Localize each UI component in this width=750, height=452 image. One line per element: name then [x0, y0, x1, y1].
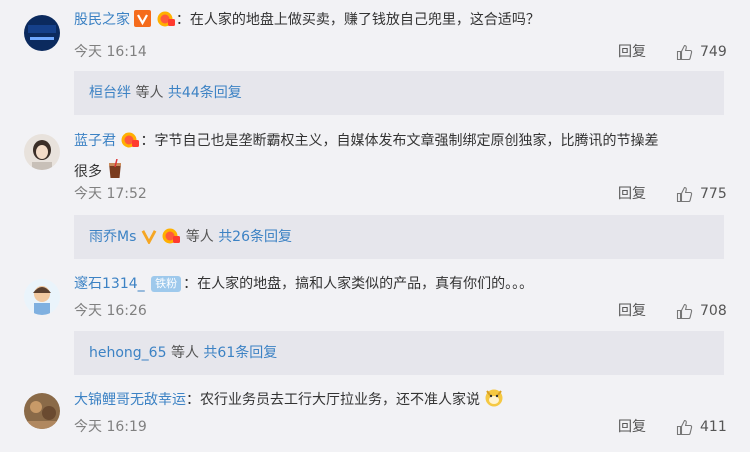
avatar[interactable]	[24, 15, 60, 51]
sub-reply-user[interactable]: hehong_65	[89, 345, 167, 361]
like-count: 411	[700, 419, 727, 435]
username-link[interactable]: 股民之家	[74, 12, 130, 28]
comment-line: 股民之家 ：在人家的地盘上做买卖，赚了钱放自己兜里，这合适吗？	[74, 8, 730, 36]
username-link[interactable]: 邃石1314_	[74, 276, 145, 292]
comment-text: ：字节自己也是垄断霸权主义，自媒体发布文章强制绑定原创独家，比腾讯的节操差	[140, 133, 659, 149]
sub-reply-mid: 等人	[181, 229, 219, 245]
iron-fan-badge: 铁粉	[151, 276, 182, 292]
more-replies-link[interactable]: 共44条回复	[168, 85, 242, 101]
comment-time: 今天 17:52	[74, 186, 147, 202]
reply-button[interactable]: 回复	[618, 185, 646, 203]
avatar[interactable]	[24, 393, 60, 429]
comment-text: ：农行业务员去工行大厅拉业务，还不准人家说	[186, 392, 480, 408]
like-button[interactable]: 411	[676, 418, 727, 436]
verified-v-icon	[141, 218, 157, 262]
like-count: 775	[700, 186, 727, 202]
sub-replies: hehong_65 等人 共61条回复	[74, 331, 724, 375]
like-button[interactable]: 749	[676, 43, 727, 61]
like-count: 749	[700, 44, 727, 60]
username-link[interactable]: 大锦鲤哥无敌幸运	[74, 392, 186, 408]
reply-button[interactable]: 回复	[618, 418, 646, 436]
avatar[interactable]	[24, 134, 60, 170]
comment-text-cont: 很多	[74, 164, 102, 180]
like-button[interactable]: 775	[676, 185, 727, 203]
avatar[interactable]	[24, 279, 60, 315]
sub-replies: 桓台绊 等人 共44条回复	[74, 71, 724, 115]
sub-replies: 雨乔Ms 等人 共26条回复	[74, 215, 724, 259]
comment-text: ：在人家的地盘上做买卖，赚了钱放自己兜里，这合适吗？	[175, 12, 540, 28]
thumb-up-icon	[676, 44, 693, 60]
thumb-up-icon	[676, 303, 693, 319]
thumb-up-icon	[676, 186, 693, 202]
comment-line: 蓝子君 ：字节自己也是垄断霸权主义，自媒体发布文章强制绑定原创独家，比腾讯的节操…	[74, 127, 730, 189]
doge-emoji-icon	[484, 387, 504, 416]
comment-text: ：在人家的地盘，搞和人家类似的产品，真有你们的。。。	[183, 276, 534, 292]
sub-reply-user[interactable]: 桓台绊	[89, 85, 131, 101]
comment-time: 今天 16:14	[74, 44, 147, 60]
comment-time: 今天 16:19	[74, 419, 147, 435]
comment-line: 邃石1314_ 铁粉 ：在人家的地盘，搞和人家类似的产品，真有你们的。。。	[74, 272, 730, 297]
comment-time: 今天 16:26	[74, 303, 147, 319]
fan-badge-icon	[156, 10, 176, 36]
comment-line: 大锦鲤哥无敌幸运：农行业务员去工行大厅拉业务，还不准人家说	[74, 387, 730, 416]
sub-reply-mid: 等人	[131, 85, 168, 101]
verified-v-icon	[134, 10, 152, 36]
more-replies-link[interactable]: 共61条回复	[203, 345, 277, 361]
username-link[interactable]: 蓝子君	[74, 133, 116, 149]
sub-reply-user[interactable]: 雨乔Ms	[89, 229, 136, 245]
reply-button[interactable]: 回复	[618, 302, 646, 320]
more-replies-link[interactable]: 共26条回复	[218, 229, 292, 245]
reply-button[interactable]: 回复	[618, 43, 646, 61]
fan-badge-icon	[161, 218, 181, 262]
sub-reply-mid: 等人	[166, 345, 204, 361]
like-button[interactable]: 708	[676, 302, 727, 320]
thumb-up-icon	[676, 419, 693, 435]
like-count: 708	[700, 303, 727, 319]
fan-badge-icon	[120, 130, 140, 158]
